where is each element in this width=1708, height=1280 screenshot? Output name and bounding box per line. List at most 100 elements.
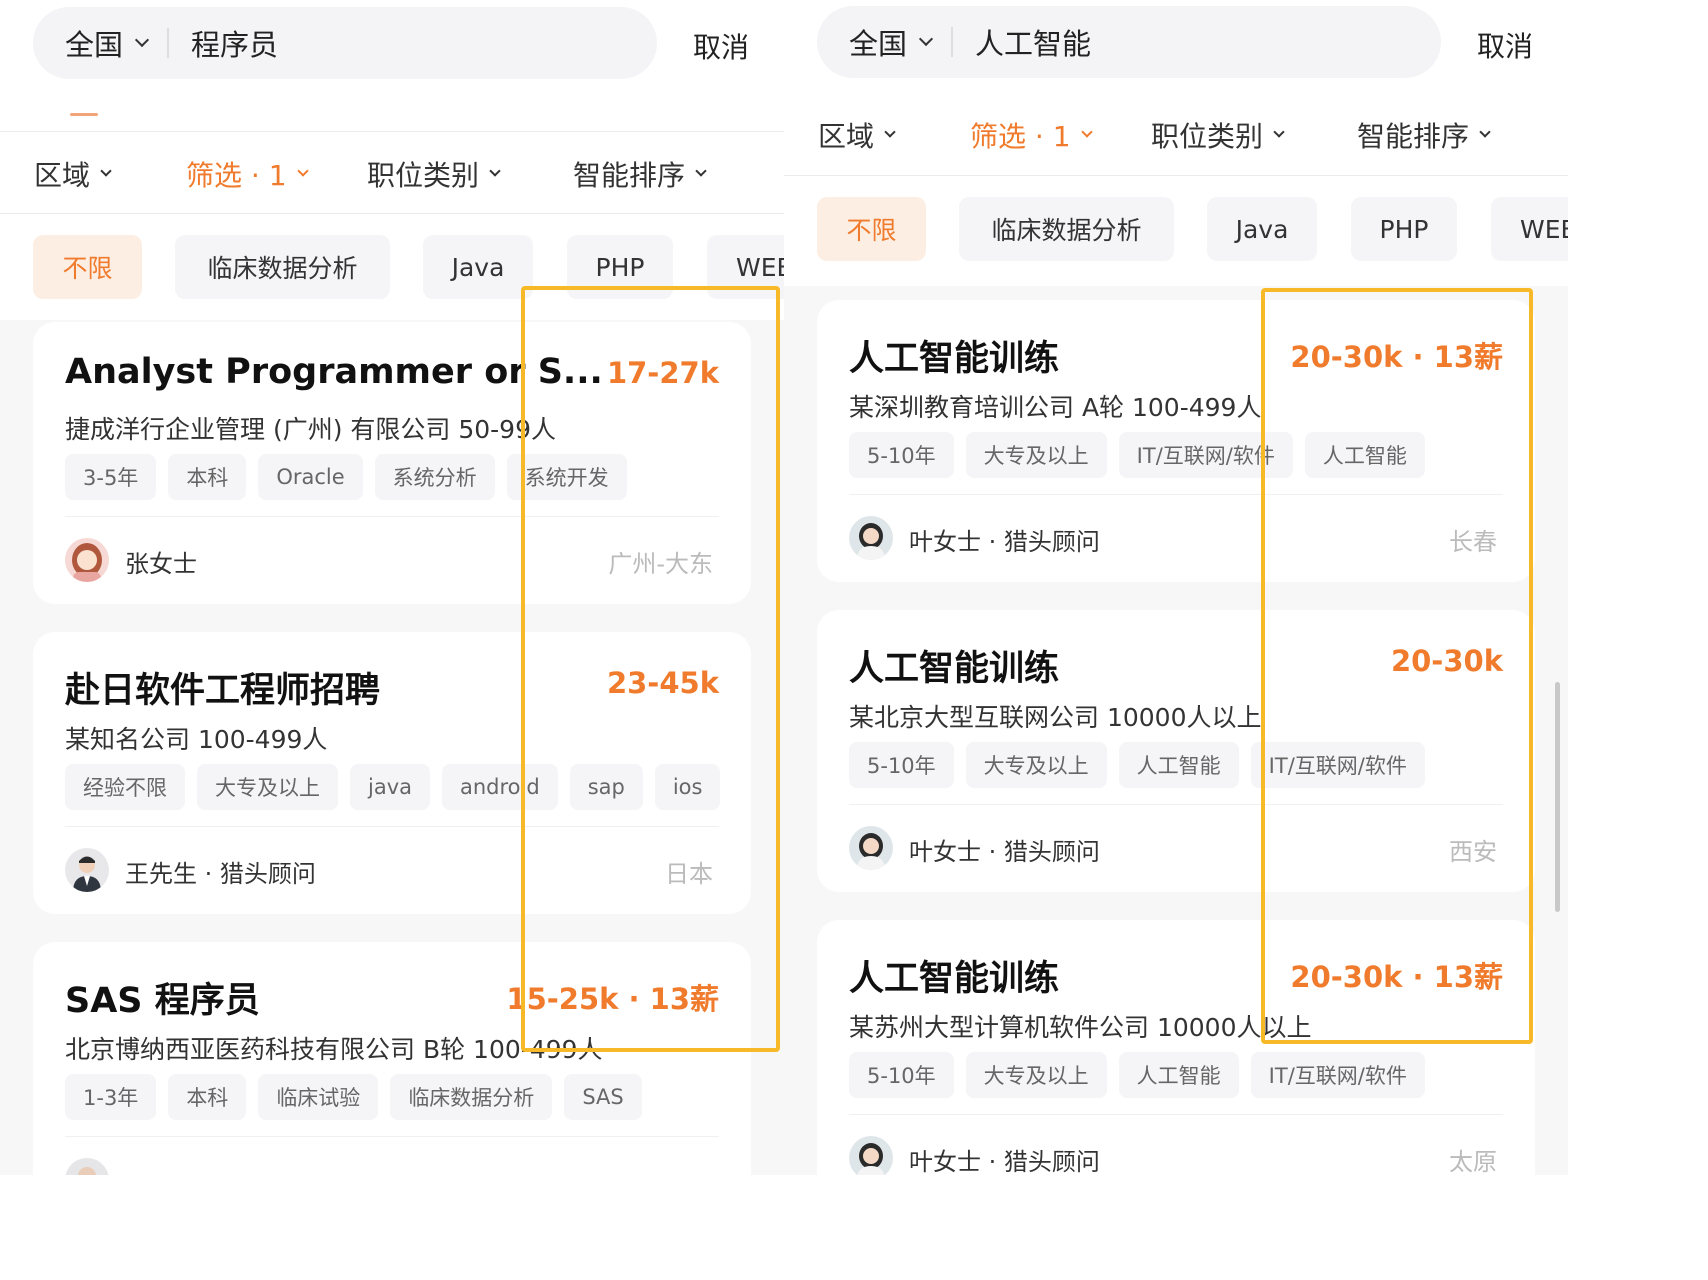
divider: [0, 213, 784, 214]
chip-php[interactable]: PHP: [1351, 197, 1457, 261]
company-info: 某深圳教育培训公司 A轮 100-499人: [849, 393, 1262, 422]
job-tag: 人工智能: [1118, 742, 1239, 788]
salary-highlight-box: [521, 286, 780, 1052]
right-filter-bar: 区域 筛选 · 1 职位类别 智能排序: [784, 95, 1568, 175]
filter-screening[interactable]: 筛选 · 1: [186, 134, 309, 214]
right-search-results-screen: 全国 人工智能 取消 区域 筛选 · 1 职位类别 智能排序 不限 临床数据分析…: [784, 0, 1568, 1175]
chevron-down-icon: [134, 32, 150, 48]
left-search-results-screen: 全国 程序员 取消 区域 筛选 · 1 职位类别 智能排序 不限 临床数据分析 …: [0, 0, 784, 1175]
tab-indicator: [70, 113, 98, 116]
recruiter-avatar: [65, 848, 109, 892]
job-tag: 大专及以上: [965, 742, 1107, 788]
search-divider: [167, 28, 170, 58]
job-tag: 5-10年: [849, 742, 954, 788]
filter-label: 筛选 · 1: [186, 159, 287, 192]
job-title: SAS 程序员: [65, 981, 260, 1021]
company-info: 捷成洋行企业管理 (广州) 有限公司 50-99人: [65, 415, 556, 444]
recruiter-name: 叶女士 · 猎头顾问: [909, 838, 1100, 866]
job-tags: 5-10年 大专及以上 人工智能 IT/互联网/软件: [849, 1052, 1425, 1098]
chip-clinical-data-analysis[interactable]: 临床数据分析: [175, 235, 390, 299]
job-tag: 5-10年: [849, 432, 954, 478]
left-search-bar[interactable]: 全国 程序员: [33, 7, 657, 79]
job-tag: IT/互联网/软件: [1250, 1052, 1425, 1098]
chevron-down-icon: [1080, 126, 1093, 138]
chevron-down-icon: [695, 165, 707, 177]
job-tag: 临床数据分析: [390, 1074, 553, 1120]
job-tag: 本科: [168, 454, 247, 500]
company-info: 某苏州大型计算机软件公司 10000人以上: [849, 1013, 1312, 1042]
job-tag: 经验不限: [65, 764, 185, 810]
recruiter-avatar: [849, 1136, 893, 1175]
job-tag: 大专及以上: [965, 432, 1107, 478]
chevron-down-icon: [100, 165, 112, 177]
filter-region[interactable]: 区域: [34, 134, 112, 214]
right-keyword-chips: 不限 临床数据分析 Java PHP WEB: [784, 197, 1568, 261]
left-cancel-button[interactable]: 取消: [693, 26, 749, 66]
chip-clinical-data-analysis[interactable]: 临床数据分析: [959, 197, 1174, 261]
job-title: 人工智能训练: [849, 339, 1060, 379]
job-tag: 本科: [168, 1074, 247, 1120]
job-tags: 1-3年 本科 临床试验 临床数据分析 SAS: [65, 1074, 642, 1120]
filter-job-category[interactable]: 职位类别: [367, 134, 501, 214]
chip-web[interactable]: WEB: [1491, 197, 1568, 261]
chevron-down-icon: [1273, 126, 1285, 138]
left-city-selector[interactable]: 全国: [65, 22, 123, 64]
company-info: 某知名公司 100-499人: [65, 725, 328, 754]
recruiter-avatar: [65, 538, 109, 582]
filter-label: 职位类别: [1151, 120, 1264, 153]
recruiter-name: 叶女士 · 猎头顾问: [909, 528, 1100, 556]
search-divider: [951, 27, 954, 57]
left-filter-bar: 区域 筛选 · 1 职位类别 智能排序: [0, 134, 784, 214]
recruiter-name: 张女士: [125, 550, 197, 578]
job-tag: java: [350, 764, 430, 810]
scrollbar[interactable]: [1555, 682, 1560, 912]
job-tag: 系统分析: [374, 454, 495, 500]
filter-sort[interactable]: 智能排序: [573, 134, 707, 214]
recruiter-name: 王先生 · 猎头顾问: [125, 860, 316, 888]
filter-sort[interactable]: 智能排序: [1357, 95, 1491, 175]
salary-highlight-box: [1261, 288, 1533, 1044]
filter-job-category[interactable]: 职位类别: [1151, 95, 1285, 175]
job-tag: 大专及以上: [965, 1052, 1107, 1098]
chevron-down-icon: [884, 126, 896, 138]
filter-screening[interactable]: 筛选 · 1: [970, 95, 1093, 175]
chip-unlimited[interactable]: 不限: [817, 197, 926, 261]
divider: [784, 175, 1568, 176]
job-location: 太原: [1449, 1148, 1497, 1175]
job-tag: 人工智能: [1118, 1052, 1239, 1098]
chevron-down-icon: [1479, 126, 1491, 138]
company-info: 某北京大型互联网公司 10000人以上: [849, 703, 1262, 732]
job-tag: SAS: [564, 1074, 642, 1120]
filter-label: 区域: [34, 159, 91, 192]
divider: [0, 131, 784, 132]
recruiter-name: 叶女士 · 猎头顾问: [909, 1148, 1100, 1175]
chip-unlimited[interactable]: 不限: [33, 235, 142, 299]
job-tag: Oracle: [258, 454, 363, 500]
filter-label: 智能排序: [1357, 120, 1470, 153]
chevron-down-icon: [489, 165, 501, 177]
recruiter-avatar: [849, 516, 893, 560]
right-search-bar[interactable]: 全国 人工智能: [817, 6, 1441, 78]
filter-label: 区域: [818, 120, 875, 153]
chevron-down-icon: [918, 31, 934, 47]
job-title: 赴日软件工程师招聘: [65, 671, 381, 711]
filter-label: 职位类别: [367, 159, 480, 192]
job-title: 人工智能训练: [849, 649, 1060, 689]
filter-label: 筛选 · 1: [970, 120, 1071, 153]
card-divider: [65, 1136, 719, 1137]
filter-label: 智能排序: [573, 159, 686, 192]
right-search-input[interactable]: 人工智能: [975, 21, 1091, 63]
job-tag: 5-10年: [849, 1052, 954, 1098]
job-title: 人工智能训练: [849, 959, 1060, 999]
job-tag: 3-5年: [65, 454, 157, 500]
right-cancel-button[interactable]: 取消: [1477, 25, 1533, 65]
recruiter-avatar: [65, 1158, 109, 1175]
chevron-down-icon: [296, 165, 309, 177]
right-city-selector[interactable]: 全国: [849, 21, 907, 63]
filter-region[interactable]: 区域: [818, 95, 896, 175]
recruiter-avatar: [849, 826, 893, 870]
chip-java[interactable]: Java: [423, 235, 533, 299]
left-search-input[interactable]: 程序员: [191, 22, 278, 64]
chip-java[interactable]: Java: [1207, 197, 1317, 261]
job-tag: 临床试验: [258, 1074, 379, 1120]
